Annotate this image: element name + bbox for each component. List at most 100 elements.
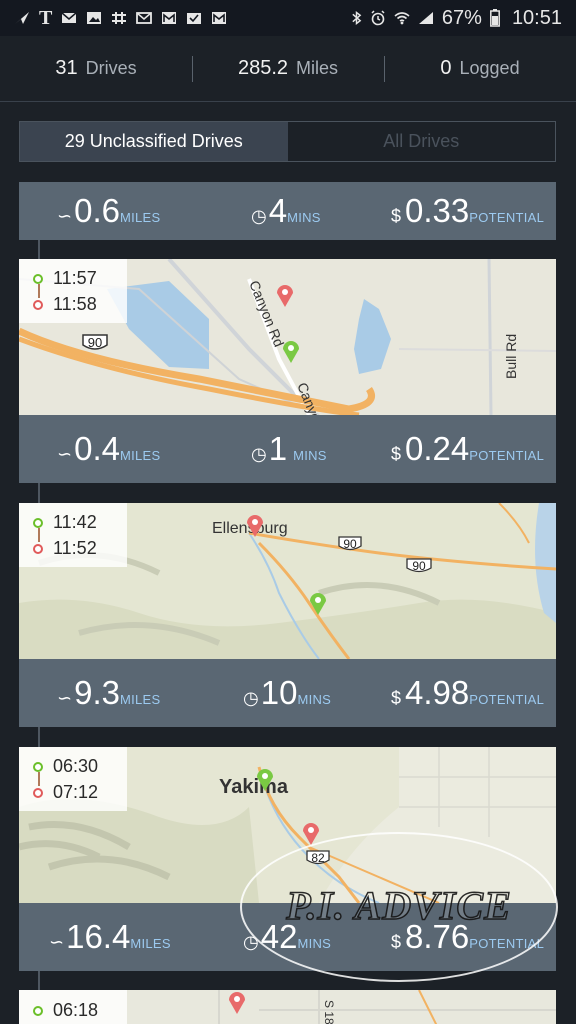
distance-stat: ∽ 16.4 MILES xyxy=(49,918,171,956)
distance-stat: ∽ 9.3 MILES xyxy=(57,674,160,712)
logged-label: Logged xyxy=(459,58,520,78)
drive-card[interactable]: 90 Canyon Rd Canyon Bull Rd 11:57 11:58 xyxy=(19,259,556,483)
notification-icons: T xyxy=(14,7,227,30)
end-time: 11:58 xyxy=(53,294,97,314)
shield-label: 82 xyxy=(311,851,325,865)
distance-value: 16.4 xyxy=(66,918,131,955)
clock-icon: ◷ xyxy=(251,206,267,226)
app-screen: T 67% 10:51 31 Drives 285.2 Miles 0 Logg… xyxy=(0,0,576,1024)
potential-stat: $ 0.24 POTENTIAL xyxy=(391,430,544,468)
route-icon: ∽ xyxy=(57,206,73,226)
potential-value: 8.76 xyxy=(405,918,470,955)
road-label: S 18 xyxy=(322,1000,336,1024)
route-icon: ∽ xyxy=(57,444,73,464)
start-time-row: 06:18 xyxy=(33,1000,98,1021)
potential-unit: POTENTIAL xyxy=(469,936,545,951)
end-dot-icon xyxy=(33,787,43,798)
end-dot-icon xyxy=(33,543,43,554)
drive-card-partial[interactable]: S 18 06:18 xyxy=(19,990,556,1024)
potential-value: 4.98 xyxy=(405,674,470,711)
start-dot-icon xyxy=(33,761,43,772)
start-time-row: 06:30 xyxy=(33,756,98,777)
clock-icon: ◷ xyxy=(243,688,259,708)
tab-unclassified-drives[interactable]: 29 Unclassified Drives xyxy=(20,122,288,161)
distance-stat: ∽ 0.4 MILES xyxy=(57,430,160,468)
potential-unit: POTENTIAL xyxy=(469,448,545,463)
end-time-row: 11:58 xyxy=(33,294,97,315)
drive-filter-tabs: 29 Unclassified Drives All Drives xyxy=(19,121,556,162)
distance-value: 0.6 xyxy=(74,192,120,229)
mail-icon xyxy=(61,12,77,23)
end-time-row: 07:12 xyxy=(33,782,98,803)
drive-times: 11:42 11:52 xyxy=(19,503,127,567)
duration-unit: MINS xyxy=(297,692,332,707)
logged-summary[interactable]: 0 Logged xyxy=(384,36,576,101)
potential-value: 0.33 xyxy=(405,192,470,229)
currency-symbol: $ xyxy=(391,444,402,464)
distance-value: 0.4 xyxy=(74,430,120,467)
duration-unit: MINS xyxy=(293,448,327,463)
bluetooth-icon xyxy=(352,11,362,25)
currency-symbol: $ xyxy=(391,932,402,952)
duration-stat: ◷ 42 MINS xyxy=(243,918,331,956)
system-status: 67% 10:51 xyxy=(351,7,562,30)
distance-unit: MILES xyxy=(119,210,161,225)
distance-unit: MILES xyxy=(119,692,161,707)
duration-value: 42 xyxy=(260,918,298,955)
duration-value: 10 xyxy=(260,674,298,711)
potential-unit: POTENTIAL xyxy=(469,210,545,225)
drives-count: 31 xyxy=(55,57,78,79)
potential-stat: $ 0.33 POTENTIAL xyxy=(391,192,544,230)
duration-stat: ◷ 4 MINS xyxy=(251,192,321,230)
battery-icon xyxy=(489,9,500,27)
duration-value: 1 xyxy=(268,430,288,467)
wifi-icon xyxy=(394,12,410,25)
drive-card[interactable]: 82 Yakima 06:30 07:12 ∽ 16.4 MILES ◷ 42 … xyxy=(19,747,556,971)
send-icon xyxy=(15,12,29,24)
end-time-row: 11:52 xyxy=(33,538,97,559)
start-dot-icon xyxy=(33,273,43,284)
start-time: 11:57 xyxy=(53,268,97,288)
clock: 10:51 xyxy=(511,6,562,29)
slack-icon xyxy=(112,12,127,24)
route-icon: ∽ xyxy=(49,932,65,952)
drive-times: 06:18 xyxy=(19,990,127,1024)
interstate-shield: 90 xyxy=(82,334,108,350)
start-time-row: 11:57 xyxy=(33,268,97,289)
distance-unit: MILES xyxy=(130,936,171,951)
drive-stats: ∽ 0.4 MILES ◷ 1 MINS $ 0.24 POTENTIAL xyxy=(19,415,556,483)
miles-summary[interactable]: 285.2 Miles xyxy=(192,36,384,101)
shield-label: 90 xyxy=(412,559,426,573)
end-time: 11:52 xyxy=(53,538,97,558)
logged-count: 0 xyxy=(440,57,452,79)
alarm-icon xyxy=(371,10,385,26)
carrier-t-icon: T xyxy=(39,6,53,29)
drive-stats-top[interactable]: ∽ 0.6 MILES ◷ 4 MINS $ 0.33 POTENTIAL xyxy=(19,182,556,240)
start-time: 11:42 xyxy=(53,512,97,532)
city-label: Yakima xyxy=(219,776,289,798)
drive-times: 11:57 11:58 xyxy=(19,259,127,323)
duration-unit: MINS xyxy=(287,210,321,225)
duration-stat: ◷ 10 MINS xyxy=(243,674,331,712)
clock-icon: ◷ xyxy=(251,444,267,464)
drive-stats: ∽ 9.3 MILES ◷ 10 MINS $ 4.98 POTENTIAL xyxy=(19,659,556,727)
drives-label: Drives xyxy=(85,58,137,78)
duration-value: 4 xyxy=(268,192,288,229)
gmail-icon xyxy=(162,12,177,24)
drive-card[interactable]: 90 90 Ellensburg 11:42 11:52 ∽ 9.3 MILES… xyxy=(19,503,556,727)
drives-summary[interactable]: 31 Drives xyxy=(0,36,192,101)
shield-label: 90 xyxy=(88,335,102,350)
potential-value: 0.24 xyxy=(405,430,470,467)
end-time: 07:12 xyxy=(53,782,99,802)
distance-unit: MILES xyxy=(119,448,161,463)
clock-icon: ◷ xyxy=(243,932,259,952)
start-dot-icon xyxy=(33,1005,43,1016)
tab-all-drives[interactable]: All Drives xyxy=(287,122,555,161)
potential-stat: $ 8.76 POTENTIAL xyxy=(391,918,544,956)
distance-value: 9.3 xyxy=(74,674,120,711)
duration-stat: ◷ 1 MINS xyxy=(251,430,327,468)
inbox-done-icon xyxy=(187,13,202,24)
potential-unit: POTENTIAL xyxy=(469,692,545,707)
mail-icon-2 xyxy=(136,12,153,24)
gmail-icon-2 xyxy=(212,12,227,24)
